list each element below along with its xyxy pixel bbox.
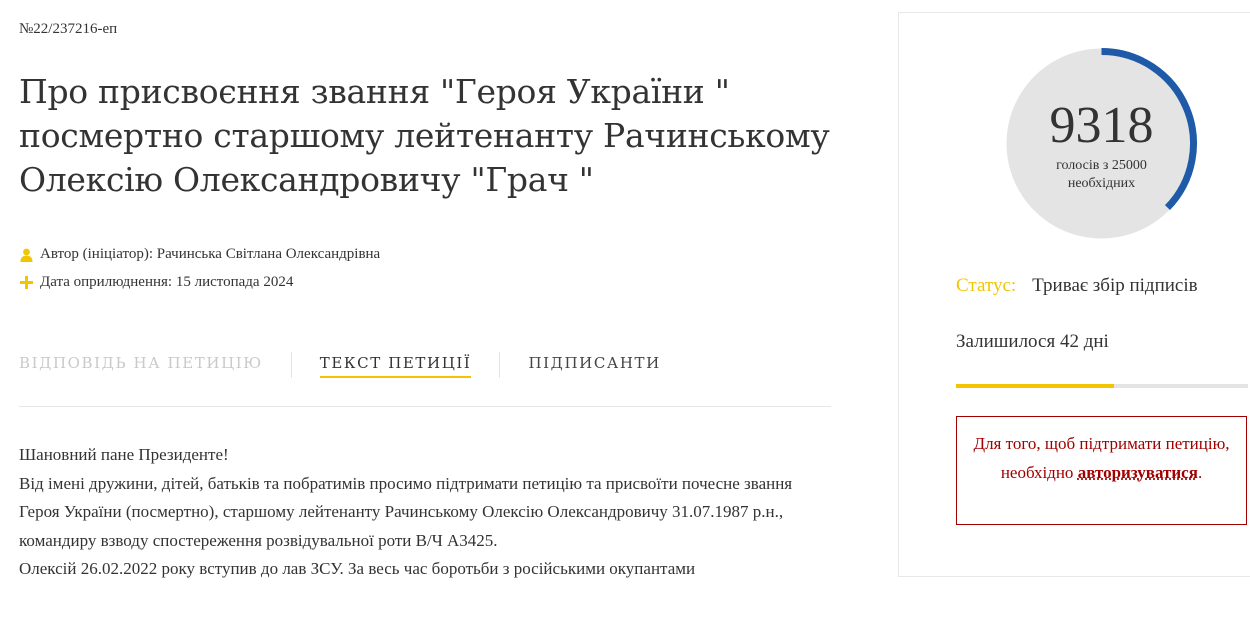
petition-greeting: Шановний пане Президенте! bbox=[19, 445, 229, 464]
author-name: Рачинська Світлана Олександрівна bbox=[156, 246, 381, 262]
petition-paragraph: Олексій 26.02.2022 року вступив до лав З… bbox=[19, 559, 696, 578]
auth-notice: Для того, щоб підтримати петицію, необхі… bbox=[956, 416, 1247, 525]
login-link[interactable]: авторизуватися bbox=[1078, 463, 1198, 482]
tab-divider bbox=[499, 352, 501, 378]
date-row: Дата оприлюднення: 15 листопада 2024 bbox=[19, 274, 293, 291]
vote-caption: голосів з 25000 необхідних bbox=[1056, 158, 1147, 191]
petition-sidebar: 9318 голосів з 25000 необхідних Статус: … bbox=[898, 12, 1250, 577]
auth-notice-end: . bbox=[1197, 463, 1203, 482]
content-divider bbox=[19, 406, 831, 407]
date-value: 15 листопада 2024 bbox=[175, 274, 294, 290]
time-progress-fill bbox=[956, 384, 1114, 388]
vote-counter: 9318 голосів з 25000 необхідних bbox=[1005, 47, 1198, 240]
status-row: Статус: Триває збір підписів bbox=[956, 275, 1198, 297]
author-label: Автор (ініціатор): bbox=[40, 246, 153, 262]
tab-divider bbox=[290, 352, 292, 378]
tab-petition-text[interactable]: ТЕКСТ ПЕТИЦІЇ bbox=[319, 354, 472, 378]
date-label: Дата оприлюднення: bbox=[40, 274, 173, 290]
petition-number: №22/237216-еп bbox=[19, 21, 118, 37]
time-progress-bar bbox=[956, 384, 1248, 388]
plus-icon bbox=[19, 276, 33, 290]
status-label: Статус: bbox=[956, 275, 1017, 296]
user-icon bbox=[19, 248, 33, 262]
petition-body: Шановний пане Президенте! Від імені друж… bbox=[19, 441, 819, 584]
vote-count: 9318 bbox=[1049, 97, 1154, 154]
tab-signers[interactable]: ПІДПИСАНТИ bbox=[528, 354, 660, 376]
petition-tabs: ВІДПОВІДЬ НА ПЕТИЦІЮ ТЕКСТ ПЕТИЦІЇ ПІДПИ… bbox=[19, 351, 661, 379]
petition-paragraph: Від імені дружини, дітей, батьків та поб… bbox=[19, 473, 793, 550]
author-row: Автор (ініціатор): Рачинська Світлана Ол… bbox=[19, 246, 380, 263]
days-remaining: Залишилося 42 дні bbox=[956, 331, 1109, 352]
status-value: Триває збір підписів bbox=[1032, 275, 1198, 296]
petition-title: Про присвоєння звання "Героя України " п… bbox=[19, 72, 830, 199]
tab-response[interactable]: ВІДПОВІДЬ НА ПЕТИЦІЮ bbox=[19, 354, 263, 376]
